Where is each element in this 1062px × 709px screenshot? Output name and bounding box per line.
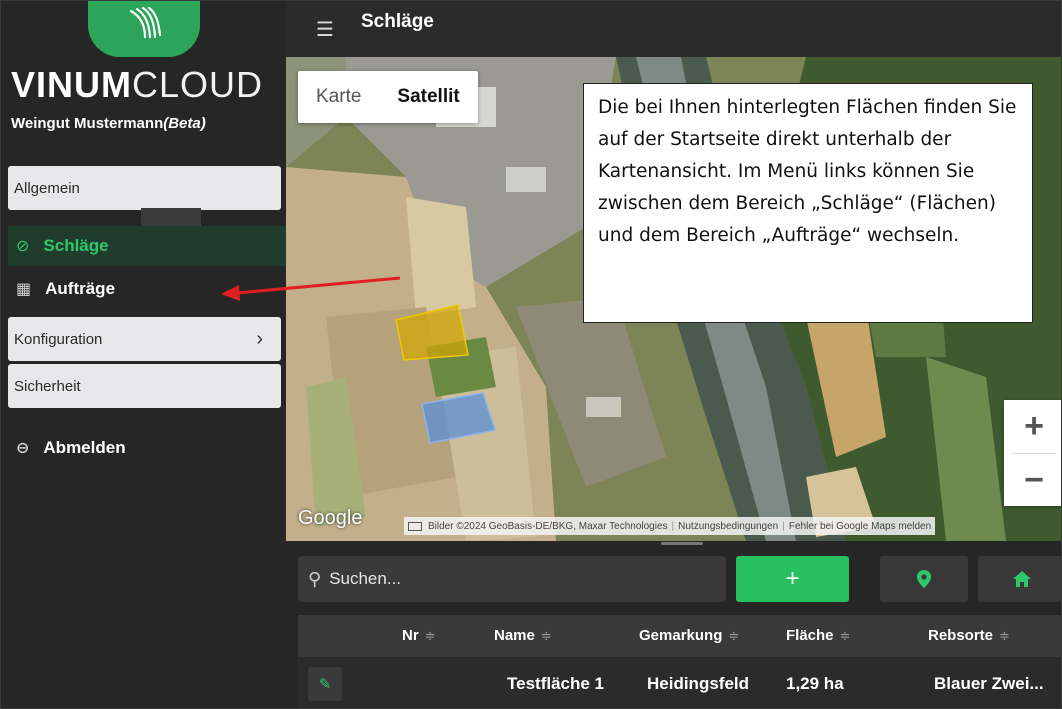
sidebar-item-schlaege[interactable]: ⊘ Schläge [8,226,286,266]
column-nr[interactable]: Nr ≑ [402,627,436,644]
sidebar-item-label: Abmelden [43,438,126,457]
company-name: Weingut Mustermann(Beta) [11,115,206,132]
sort-icon: ≑ [839,628,851,643]
home-button[interactable] [978,556,1061,602]
instruction-callout: Die bei Ihnen hinterlegten Flächen finde… [583,83,1033,323]
brand-name-light: CLOUD [132,64,264,105]
column-label: Name [494,627,535,644]
report-error-link[interactable]: Fehler bei Google Maps melden [789,521,931,532]
cell-name: Testfläche 1 [507,674,605,693]
column-gemarkung[interactable]: Gemarkung ≑ [639,627,739,644]
sort-icon: ≑ [999,628,1010,643]
section-sicherheit[interactable]: Sicherheit [8,364,281,408]
top-bar: ☰ Schläge [286,1,1061,57]
search-input[interactable]: ⚲ Suchen... [298,556,726,602]
sidebar-item-abmelden[interactable]: ⊖ Abmelden [8,428,286,468]
column-label: Nr [402,627,419,644]
keyboard-icon[interactable] [408,521,422,531]
add-field-button[interactable]: + [736,556,849,602]
section-label: Konfiguration [14,330,103,348]
attribution-separator: | [671,520,675,532]
sort-icon: ≑ [540,628,552,643]
sidebar-item-label: Schläge [43,236,109,255]
column-name[interactable]: Name ≑ [494,627,552,644]
brand-wordmark: VINUMCLOUD [11,65,263,105]
vine-logo-icon [129,6,162,39]
page-title: Schläge [361,11,434,32]
cell-flaeche: 1,29 ha [786,674,844,693]
map-attribution: Bilder ©2024 GeoBasis-DE/BKG, Maxar Tech… [404,517,936,535]
search-icon: ⚲ [308,568,322,589]
home-icon [1013,571,1031,587]
section-konfiguration[interactable]: Konfiguration › [8,317,281,361]
table-header: Nr ≑ Name ≑ Gemarkung ≑ Fläche ≑ Rebsorte ≑ [298,615,1061,657]
beta-tag: (Beta) [163,115,206,132]
section-allgemein[interactable]: Allgemein [8,166,281,210]
zoom-out-button[interactable]: − [1004,454,1061,507]
sort-icon: ≑ [424,628,436,643]
edit-icon[interactable]: ✎ [308,667,342,701]
attribution-separator: | [782,520,785,532]
google-logo: Google [298,507,363,529]
sidebar-item-label: Aufträge [45,279,116,298]
terms-link[interactable]: Nutzungsbedingungen [678,521,778,532]
sort-icon: ≑ [728,628,740,643]
column-flaeche[interactable]: Fläche ≑ [786,627,850,644]
table-row[interactable]: ✎ Testfläche 1 Heidingsfeld 1,29 ha Blau… [298,657,1061,708]
attribution-imagery: Bilder ©2024 GeoBasis-DE/BKG, Maxar Tech… [428,520,668,532]
logo-badge [88,1,200,57]
fields-panel: ⚲ Suchen... + Nr ≑ Name ≑ Gemarkung ≑ Fläch… [286,541,1061,708]
map-type-switcher: Karte Satellit [298,71,478,123]
column-rebsorte[interactable]: Rebsorte ≑ [928,627,1010,644]
column-label: Fläche [786,627,834,644]
cell-gemarkung: Heidingsfeld [647,674,750,693]
calendar-icon: ▦ [16,281,32,298]
column-label: Rebsorte [928,627,994,644]
search-placeholder: Suchen... [329,569,402,588]
logout-icon: ⊖ [16,440,30,457]
cell-rebsorte: Blauer Zwei... [934,674,1044,693]
zoom-control: + − [1004,400,1061,507]
map-type-karte[interactable]: Karte [298,71,379,123]
zoom-in-button[interactable]: + [1004,400,1061,453]
map-type-satellit[interactable]: Satellit [379,71,477,123]
sidebar-item-auftraege[interactable]: ▦ Aufträge [8,269,286,309]
map-pin-icon [917,570,931,588]
brand-name-bold: VINUM [11,64,132,105]
column-label: Gemarkung [639,627,723,644]
hamburger-icon[interactable]: ☰ [316,17,334,42]
company-label: Weingut Mustermann [11,115,164,132]
chevron-right-icon: › [256,327,263,350]
sidebar: VINUMCLOUD Weingut Mustermann(Beta) Allg… [1,1,286,708]
app-window: VINUMCLOUD Weingut Mustermann(Beta) Allg… [0,0,1062,709]
location-button[interactable] [880,556,968,602]
section-label: Allgemein [14,179,80,197]
drag-handle[interactable] [661,542,703,545]
section-label: Sicherheit [14,377,81,395]
leaf-icon: ⊘ [16,238,30,255]
